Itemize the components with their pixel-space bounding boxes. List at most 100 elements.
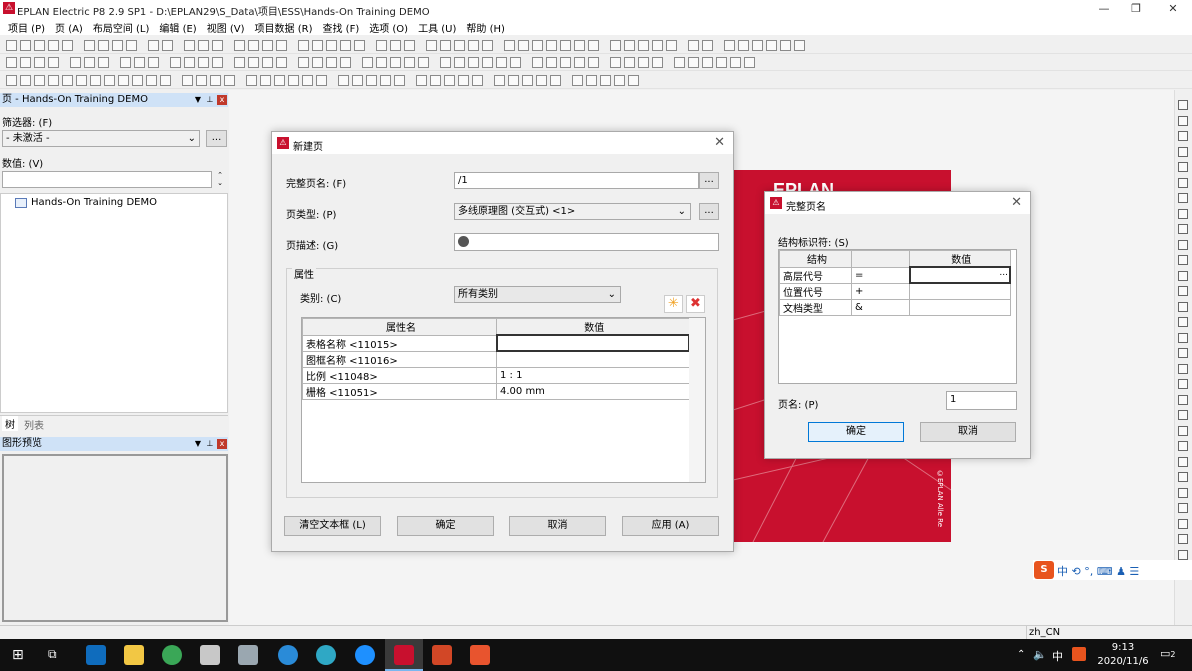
toolbar-button-icon[interactable] xyxy=(416,74,427,86)
drawing-tool-icon[interactable] xyxy=(1178,487,1188,498)
page-type-more-button[interactable]: ... xyxy=(699,203,719,220)
toolbar-button-icon[interactable] xyxy=(262,56,273,68)
filter-select[interactable]: - 未激活 - ⌄ xyxy=(2,130,200,147)
new-property-icon[interactable]: ✳ xyxy=(664,295,683,313)
toolbar-button-icon[interactable] xyxy=(210,74,221,86)
toolbar-button-icon[interactable] xyxy=(510,56,521,68)
toolbar-button-icon[interactable] xyxy=(688,56,699,68)
toolbar-button-icon[interactable] xyxy=(184,39,195,51)
toolbar-button-icon[interactable] xyxy=(98,56,109,68)
toolbar-button-icon[interactable] xyxy=(276,39,287,51)
value-spinner[interactable]: ⌃ ⌄ xyxy=(213,171,227,188)
struct-value[interactable] xyxy=(909,282,1011,300)
menu-item[interactable]: 页 (A) xyxy=(55,20,83,35)
toolbar-button-icon[interactable] xyxy=(312,56,323,68)
app-icon[interactable] xyxy=(200,645,220,665)
drawing-tool-icon[interactable] xyxy=(1178,255,1188,265)
toolbar-button-icon[interactable] xyxy=(638,56,649,68)
drawing-tool-icon[interactable] xyxy=(1178,146,1188,157)
pin-icon[interactable]: ⊥ xyxy=(205,95,215,105)
toolbar-button-icon[interactable] xyxy=(274,74,285,86)
toolbar-button-icon[interactable] xyxy=(326,39,337,51)
ie-icon[interactable] xyxy=(278,645,298,665)
toolbar-button-icon[interactable] xyxy=(724,39,735,51)
toolbar-button-icon[interactable] xyxy=(702,56,713,68)
notification-icon[interactable]: ▭2 xyxy=(1160,647,1176,660)
drawing-tool-icon[interactable] xyxy=(1178,518,1188,529)
toolbar-button-icon[interactable] xyxy=(744,56,755,68)
toolbar-button-icon[interactable] xyxy=(454,39,465,51)
close-icon[interactable]: x xyxy=(217,95,227,105)
toolbar-button-icon[interactable] xyxy=(326,56,337,68)
toolbar-button-icon[interactable] xyxy=(454,56,465,68)
close-icon[interactable]: x xyxy=(217,439,227,449)
full-page-cancel-button[interactable]: 取消 xyxy=(920,422,1016,442)
toolbar-button-icon[interactable] xyxy=(560,39,571,51)
drawing-tool-icon[interactable] xyxy=(1178,425,1188,436)
toolbar-button-icon[interactable] xyxy=(234,39,245,51)
drawing-tool-icon[interactable] xyxy=(1178,441,1188,451)
toolbar-button-icon[interactable] xyxy=(120,56,131,68)
drawing-tool-icon[interactable] xyxy=(1178,270,1188,281)
table-scrollbar[interactable] xyxy=(689,318,705,482)
toolbar-button-icon[interactable] xyxy=(560,56,571,68)
menu-item[interactable]: 项目 (P) xyxy=(8,20,45,35)
minimize-button[interactable]: — xyxy=(1087,0,1121,18)
toolbar-button-icon[interactable] xyxy=(366,74,377,86)
ime-cn-indicator[interactable]: 中 xyxy=(1052,648,1063,664)
toolbar-button-icon[interactable] xyxy=(6,39,17,51)
toolbar-button-icon[interactable] xyxy=(702,39,713,51)
toolbar-button-icon[interactable] xyxy=(468,39,479,51)
toolbar-button-icon[interactable] xyxy=(248,39,259,51)
eplan-taskbar-button[interactable] xyxy=(385,639,423,671)
toolbar-button-icon[interactable] xyxy=(248,56,259,68)
sogou-icon[interactable]: S xyxy=(1034,561,1054,579)
cancel-button[interactable]: 取消 xyxy=(509,516,606,536)
toolbar-button-icon[interactable] xyxy=(588,39,599,51)
toolbar-button-icon[interactable] xyxy=(688,39,699,51)
toolbar-button-icon[interactable] xyxy=(196,74,207,86)
toolbar-button-icon[interactable] xyxy=(600,74,611,86)
toolbar-button-icon[interactable] xyxy=(394,74,405,86)
app-icon[interactable] xyxy=(316,645,336,665)
toolbar-button-icon[interactable] xyxy=(312,39,323,51)
toolbar-button-icon[interactable] xyxy=(198,56,209,68)
menu-item[interactable]: 视图 (V) xyxy=(207,20,245,35)
toolbar-button-icon[interactable] xyxy=(376,39,387,51)
drawing-tool-icon[interactable] xyxy=(1178,208,1188,219)
edge-icon[interactable] xyxy=(355,645,375,665)
toolbar-button-icon[interactable] xyxy=(794,39,805,51)
toolbar-button-icon[interactable] xyxy=(468,56,479,68)
menu-item[interactable]: 布局空间 (L) xyxy=(93,20,150,35)
toolbar-button-icon[interactable] xyxy=(546,56,557,68)
toolbar-button-icon[interactable] xyxy=(418,56,429,68)
toolbar-button-icon[interactable] xyxy=(118,74,129,86)
table-row[interactable]: 栅格 <11051> 4.00 mm xyxy=(302,382,690,400)
toolbar-button-icon[interactable] xyxy=(610,39,621,51)
toolbar-button-icon[interactable] xyxy=(98,39,109,51)
table-row[interactable]: 文档类型 & xyxy=(779,298,1011,316)
drawing-tool-icon[interactable] xyxy=(1178,193,1188,203)
toolbar-button-icon[interactable] xyxy=(6,74,17,86)
pin-icon[interactable]: ⊥ xyxy=(205,439,215,449)
drawing-tool-icon[interactable] xyxy=(1178,472,1188,482)
toolbar-button-icon[interactable] xyxy=(666,39,677,51)
property-value[interactable]: 1 : 1 xyxy=(496,366,690,384)
toolbar-button-icon[interactable] xyxy=(182,74,193,86)
drawing-tool-icon[interactable] xyxy=(1178,534,1188,544)
toolbar-button-icon[interactable] xyxy=(496,56,507,68)
drawing-tool-icon[interactable] xyxy=(1178,549,1188,560)
toolbar-button-icon[interactable] xyxy=(62,39,73,51)
tab-tree[interactable]: 树 xyxy=(2,416,18,431)
toolbar-button-icon[interactable] xyxy=(62,74,73,86)
toolbar-button-icon[interactable] xyxy=(160,74,171,86)
drawing-tool-icon[interactable] xyxy=(1178,162,1188,172)
toolbar-button-icon[interactable] xyxy=(148,39,159,51)
page-type-select[interactable]: 多线原理图 (交互式) <1> ⌄ xyxy=(454,203,691,220)
table-row[interactable]: 比例 <11048> 1 : 1 xyxy=(302,366,690,384)
toolbar-button-icon[interactable] xyxy=(170,56,181,68)
page-name-input[interactable]: 1 xyxy=(946,391,1017,410)
chrome-icon[interactable] xyxy=(162,645,182,665)
property-value[interactable] xyxy=(495,334,690,352)
toolbar-button-icon[interactable] xyxy=(730,56,741,68)
